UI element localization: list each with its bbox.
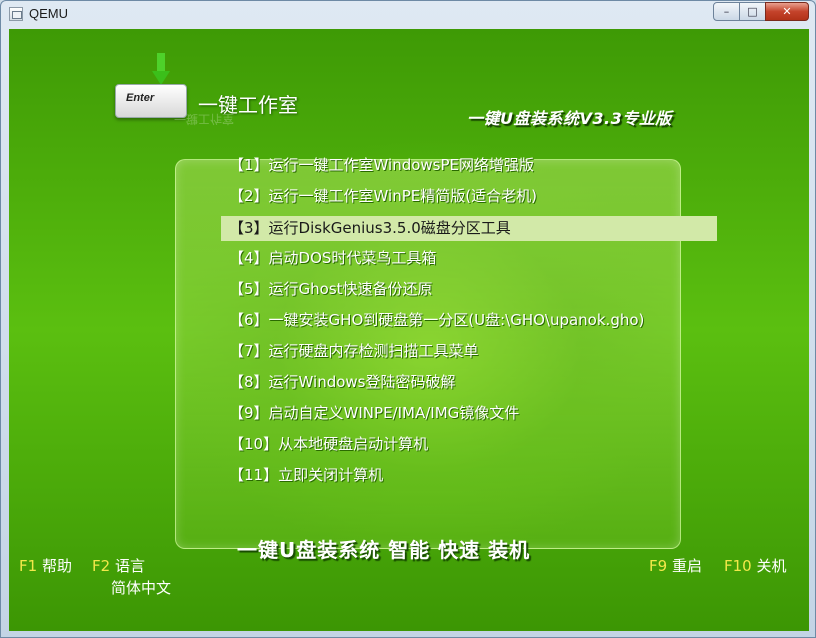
menu-item-8[interactable]: 【8】运行Windows登陆密码破解 (221, 368, 717, 399)
f10-label: 关机 (756, 557, 787, 575)
f1-key: F1 (19, 557, 38, 575)
minimize-button[interactable]: – (713, 2, 740, 21)
f10-shutdown-hint[interactable]: F10 关机 (724, 555, 787, 576)
f2-label: 语言 (114, 557, 145, 575)
menu-item-11[interactable]: 【11】立即关闭计算机 (221, 461, 717, 492)
menu-item-2[interactable]: 【2】运行一键工作室WinPE精简版(适合老机) (221, 182, 717, 213)
boot-menu: 【1】运行一键工作室WindowsPE网络增强版 【2】运行一键工作室WinPE… (221, 151, 717, 492)
qemu-window: QEMU – □ ✕ Enter 一键工作室 一键工作室 一键U盘装系统V3.3… (0, 0, 816, 638)
menu-item-9[interactable]: 【9】启动自定义WINPE/IMA/IMG镜像文件 (221, 399, 717, 430)
enter-key-label: Enter (126, 92, 155, 104)
title-bar[interactable]: QEMU – □ ✕ (1, 1, 815, 27)
menu-item-7[interactable]: 【7】运行硬盘内存检测扫描工具菜单 (221, 337, 717, 368)
window-title: QEMU (29, 6, 68, 21)
current-language: 简体中文 (111, 579, 172, 597)
qemu-app-icon[interactable] (9, 7, 23, 21)
f10-key: F10 (724, 557, 752, 575)
maximize-button[interactable]: □ (739, 2, 766, 21)
f1-help-hint[interactable]: F1 帮助 (19, 555, 72, 576)
menu-item-10[interactable]: 【10】从本地硬盘启动计算机 (221, 430, 717, 461)
f2-key: F2 (92, 557, 111, 575)
close-button[interactable]: ✕ (765, 2, 809, 21)
menu-item-3[interactable]: 【3】运行DiskGenius3.5.0磁盘分区工具 (221, 216, 717, 241)
brand-title: 一键U盘装系统V3.3专业版 (467, 109, 672, 128)
menu-item-4[interactable]: 【4】启动DOS时代菜鸟工具箱 (221, 244, 717, 275)
menu-item-5[interactable]: 【5】运行Ghost快速备份还原 (221, 275, 717, 306)
f9-key: F9 (649, 557, 668, 575)
f9-reboot-hint[interactable]: F9 重启 (649, 555, 702, 576)
f2-language-hint[interactable]: F2 语言 (92, 555, 145, 576)
logo-reflection: 一键工作室 (174, 112, 235, 126)
f1-label: 帮助 (41, 557, 72, 575)
menu-item-1[interactable]: 【1】运行一键工作室WindowsPE网络增强版 (221, 151, 717, 182)
down-arrow-icon (152, 53, 170, 85)
f9-label: 重启 (671, 557, 702, 575)
slogan: 一键U盘装系统 智能 快速 装机 (237, 538, 531, 562)
menu-item-6[interactable]: 【6】一键安装GHO到硬盘第一分区(U盘:\GHO\upanok.gho) (221, 306, 717, 337)
window-controls: – □ ✕ (713, 2, 809, 21)
